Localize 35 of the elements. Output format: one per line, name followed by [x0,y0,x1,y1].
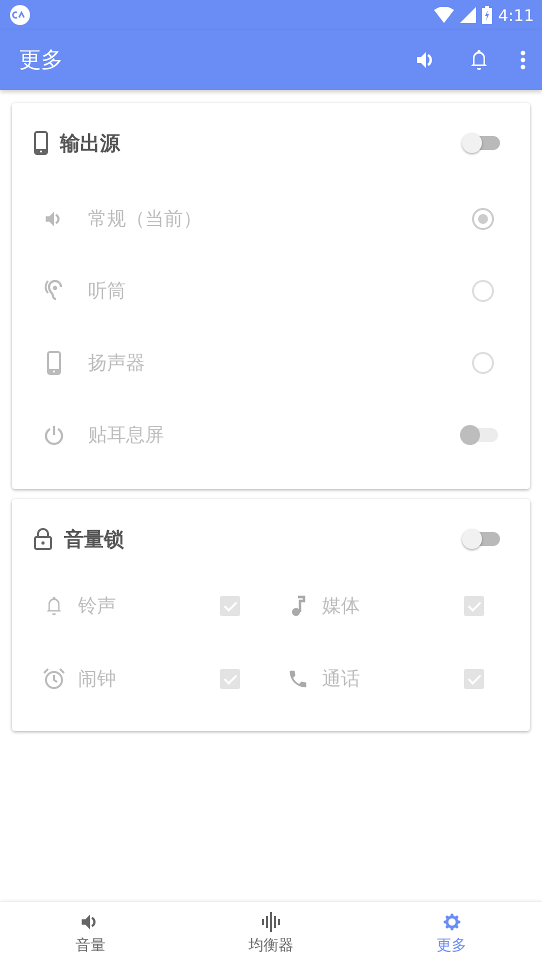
nav-tab[interactable]: 更多 [361,902,542,964]
option-label: 贴耳息屏 [88,423,165,448]
more-menu-icon[interactable] [520,50,526,70]
section-toggle[interactable] [464,136,500,150]
checkbox[interactable] [220,596,240,616]
radio-button[interactable] [472,280,494,302]
app-logo-icon [10,5,30,25]
section-title: 输出源 [60,130,122,156]
option-label: 铃声 [78,594,117,618]
option-label: 媒体 [322,594,361,618]
checkbox[interactable] [464,596,484,616]
checkbox[interactable] [220,668,240,688]
section-title: 音量锁 [64,526,125,552]
power-icon [42,424,66,446]
checkbox[interactable] [464,668,484,688]
radio-button[interactable] [472,352,494,374]
status-time: 4:11 [498,6,534,24]
wifi-icon [434,7,454,23]
option-label: 扬声器 [88,351,146,376]
signal-icon [460,7,476,23]
padlock-icon [34,528,52,550]
section-toggle[interactable] [464,532,500,546]
toggle-switch[interactable] [462,428,498,442]
option-label: 听筒 [88,279,127,304]
nav-tab[interactable]: 均衡器 [180,902,362,964]
battery-charging-icon [482,6,492,24]
phone-icon [34,131,48,155]
alarm-clock-icon [42,666,66,690]
equalizer-icon [260,911,282,933]
option-label: 闹钟 [78,666,117,692]
radio-button[interactable] [472,208,494,230]
option-label: 通话 [322,666,361,692]
option-label: 常规（当前） [88,207,203,232]
page-title: 更多 [19,47,63,75]
nav-tab[interactable]: 音量 [0,902,181,964]
